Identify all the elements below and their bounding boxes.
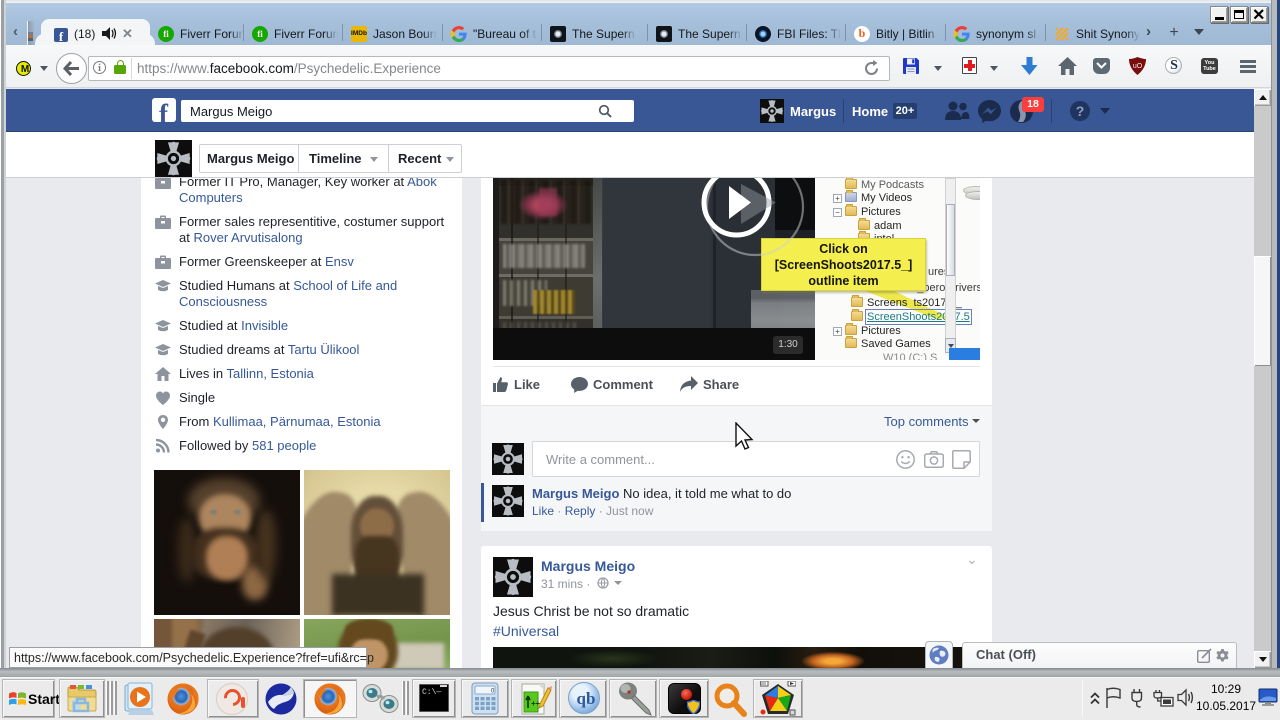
svg-text:uO: uO — [1133, 63, 1143, 70]
